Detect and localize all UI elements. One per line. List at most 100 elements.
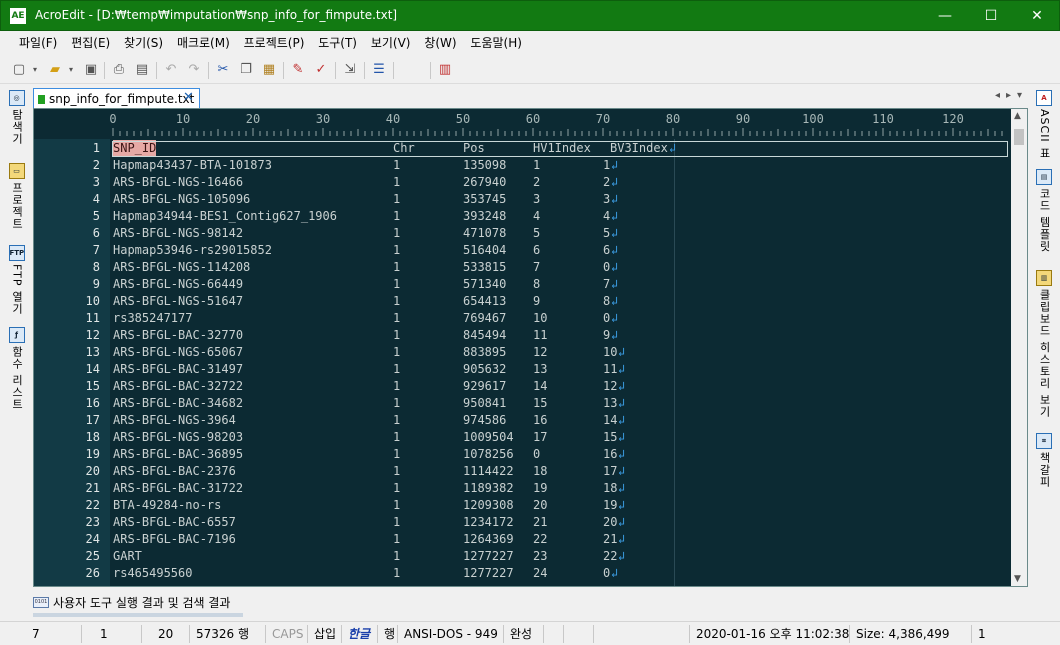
minimize-button[interactable]: — — [922, 1, 968, 31]
menu-tools[interactable]: 도구(T) — [313, 31, 362, 56]
right-tab-bookmark[interactable]: ⌗ 책갈피 — [1028, 433, 1060, 488]
text-line: 6 ARS-BFGL-NGS-98142 1 471078 5 5 ↲ — [34, 225, 1011, 242]
maximize-button[interactable]: ☐ — [968, 1, 1014, 31]
scroll-thumb[interactable] — [1014, 129, 1024, 145]
pos-cell: 1189382 — [463, 481, 514, 495]
line-end-icon: ↲ — [618, 345, 626, 359]
cut-icon[interactable]: ✂ — [214, 61, 232, 79]
menu-file[interactable]: 파일(F) — [14, 31, 62, 56]
line-end-icon: ↲ — [618, 515, 626, 529]
chr-cell: 1 — [393, 328, 401, 342]
bv3index-cell: 17 — [603, 464, 618, 478]
menu-view[interactable]: 보기(V) — [366, 31, 416, 56]
scroll-down-icon[interactable]: ▼ — [1014, 574, 1021, 584]
tab-close-icon[interactable]: ✕ — [183, 90, 194, 105]
text-editor[interactable]: 0 10 20 30 40 50 60 70 80 90 100 110 120… — [33, 108, 1028, 587]
text-line: 20 ARS-BFGL-BAC-2376 1 1114422 18 17 ↲ — [34, 463, 1011, 480]
snp-id-cell: ARS-BFGL-NGS-51647 — [113, 294, 244, 308]
left-tab-functions[interactable]: ƒ 함수 리스트 — [0, 327, 33, 411]
calendar-icon[interactable]: ▥ — [436, 61, 454, 79]
folder-search-icon: ◎ — [8, 90, 25, 106]
paste-icon[interactable]: ▦ — [260, 61, 278, 79]
bv3index-cell: 18 — [603, 481, 618, 495]
scroll-up-icon[interactable]: ▲ — [1014, 111, 1021, 121]
mark-icon[interactable]: ✎ — [289, 61, 307, 79]
status-encoding[interactable]: ANSI-DOS - 949 — [398, 625, 504, 643]
hv1index-cell: 2 — [533, 175, 541, 189]
menu-project[interactable]: 프로젝트(P) — [239, 31, 310, 56]
save-icon[interactable]: ▣ — [82, 61, 100, 79]
text-line: 2 Hapmap43437-BTA-101873 1 135098 1 1 ↲ — [34, 157, 1011, 174]
toolbar-separator — [208, 62, 209, 79]
goto-icon[interactable]: ⇲ — [341, 61, 359, 79]
print-preview-icon[interactable]: ⎙ — [110, 61, 128, 79]
menu-window[interactable]: 창(W) — [419, 31, 461, 56]
ruler-number: 30 — [315, 112, 331, 126]
right-tab-label: 클립보드 히스토리 보기 — [1038, 289, 1051, 418]
line-end-icon: ↲ — [618, 447, 626, 461]
new-file-icon[interactable]: ▢ — [10, 61, 28, 79]
status-line: 1 — [82, 625, 142, 643]
bookmark-toggle-icon[interactable]: ✓ — [312, 61, 330, 79]
menu-edit[interactable]: 편집(E) — [66, 31, 115, 56]
hv1index-cell: 12 — [533, 345, 548, 359]
toolbar-separator — [335, 62, 336, 79]
tab-navigation-icon[interactable]: ◂▸▾ — [995, 90, 1028, 101]
line-end-icon: ↲ — [618, 430, 626, 444]
right-tab-code-template[interactable]: ▤ 코드 템플릿 — [1028, 169, 1060, 253]
menu-macro[interactable]: 매크로(M) — [172, 31, 235, 56]
pos-cell: 135098 — [463, 158, 507, 172]
chr-cell: 1 — [393, 549, 401, 563]
status-ime[interactable]: 한글 — [342, 625, 378, 643]
text-line: 22 BTA-49284-no-rs 1 1209308 20 19 ↲ — [34, 497, 1011, 514]
ruler-number: 120 — [942, 112, 964, 126]
undo-icon[interactable]: ↶ — [162, 61, 180, 79]
left-tab-ftp[interactable]: FTP FTP 열기 — [0, 245, 33, 315]
print-icon[interactable]: ▤ — [133, 61, 151, 79]
vertical-scrollbar[interactable]: ▲ ▼ — [1011, 109, 1027, 586]
left-tab-project[interactable]: ▭ 프로젝트 — [0, 163, 33, 230]
text-line: 26 rs465495560 1 1277227 24 0 ↲ — [34, 565, 1011, 582]
line-end-icon: ↲ — [611, 260, 619, 274]
text-line: 16 ARS-BFGL-BAC-34682 1 950841 15 13 ↲ — [34, 395, 1011, 412]
line-end-icon: ↲ — [618, 532, 626, 546]
chr-cell: 1 — [393, 481, 401, 495]
copy-icon[interactable]: ❐ — [237, 61, 255, 79]
ruler-number: 20 — [245, 112, 261, 126]
snp-id-cell: ARS-BFGL-NGS-66449 — [113, 277, 244, 291]
right-tab-clipboard[interactable]: ▥ 클립보드 히스토리 보기 — [1028, 270, 1060, 418]
toolbar-separator — [104, 62, 105, 79]
redo-icon[interactable]: ↷ — [185, 61, 203, 79]
menu-find[interactable]: 찾기(S) — [119, 31, 168, 56]
close-button[interactable]: ✕ — [1014, 1, 1060, 31]
status-insert[interactable]: 삽입 — [308, 625, 342, 643]
snp-id-cell: ARS-BFGL-BAC-36895 — [113, 447, 244, 461]
status-complete[interactable]: 완성 — [504, 625, 544, 643]
text-line: 4 ARS-BFGL-NGS-105096 1 353745 3 3 ↲ — [34, 191, 1011, 208]
list-view-icon[interactable]: ☰ — [370, 61, 388, 79]
left-side-panel: ◎ 탐색기 ▭ 프로젝트 FTP FTP 열기 ƒ 함수 리스트 — [0, 85, 33, 620]
right-tab-label: ASCII 표 — [1038, 109, 1051, 160]
output-panel: 0101 사용자 도구 실행 결과 및 검색 결과 — [33, 588, 1028, 620]
left-tab-explorer[interactable]: ◎ 탐색기 — [0, 90, 33, 145]
line-number: 10 — [85, 294, 100, 308]
line-number: 23 — [85, 515, 100, 529]
status-caps: CAPS — [266, 625, 308, 643]
bv3index-cell: 13 — [603, 396, 618, 410]
bv3index-cell: 16 — [603, 447, 618, 461]
line-end-icon: ↲ — [611, 175, 619, 189]
new-dropdown-icon[interactable]: ▾ — [30, 61, 40, 79]
ruler-number: 100 — [802, 112, 824, 126]
snp-id-cell: ARS-BFGL-BAC-31722 — [113, 481, 244, 495]
snp-id-cell: ARS-BFGL-NGS-98203 — [113, 430, 244, 444]
hv1index-cell: 19 — [533, 481, 548, 495]
right-tab-ascii[interactable]: A ASCII 표 — [1028, 90, 1060, 159]
hv1index-cell: 23 — [533, 549, 548, 563]
hv1index-cell: 15 — [533, 396, 548, 410]
menu-help[interactable]: 도움말(H) — [465, 31, 527, 56]
line-number: 17 — [85, 413, 100, 427]
document-tab[interactable]: snp_info_for_fimpute.txt ✕ — [33, 88, 200, 108]
open-dropdown-icon[interactable]: ▾ — [66, 61, 76, 79]
open-folder-icon[interactable]: ▰ — [46, 61, 64, 79]
line-number: 2 — [92, 158, 100, 172]
